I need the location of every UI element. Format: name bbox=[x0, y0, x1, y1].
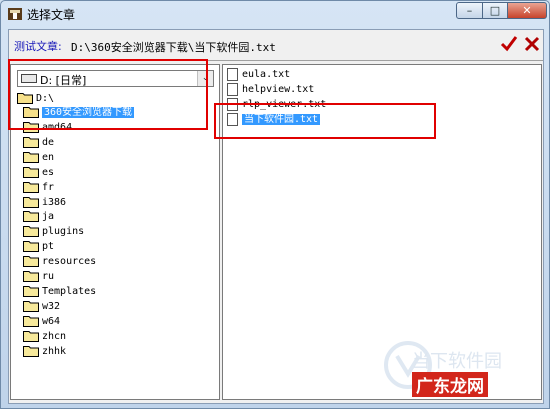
tree-folder-label: fr bbox=[42, 181, 55, 193]
folder-icon bbox=[23, 330, 39, 342]
tree-folder-item[interactable]: fr bbox=[23, 180, 54, 195]
folder-icon bbox=[23, 136, 39, 148]
folder-icon bbox=[23, 270, 39, 282]
cancel-x-icon[interactable] bbox=[523, 35, 541, 53]
tree-folder-item[interactable]: plugins bbox=[23, 224, 84, 239]
minimize-button[interactable]: – bbox=[456, 2, 483, 19]
folder-icon bbox=[23, 181, 39, 193]
tree-folder-label: w64 bbox=[42, 315, 61, 327]
tree-folder-label: zhcn bbox=[42, 330, 67, 342]
file-icon bbox=[227, 82, 238, 96]
close-button[interactable]: ✕ bbox=[507, 2, 547, 19]
watermark-text-top: 当下软件园 bbox=[412, 351, 502, 372]
folder-icon bbox=[23, 315, 39, 327]
folder-icon bbox=[23, 255, 39, 268]
tree-folder-item[interactable]: w64 bbox=[23, 314, 60, 329]
highlight-box-left bbox=[8, 59, 208, 130]
app-icon bbox=[7, 6, 23, 22]
tree-folder-label: zhhk bbox=[42, 345, 67, 357]
tree-folder-item[interactable]: zhhk bbox=[23, 344, 66, 359]
folder-icon bbox=[23, 166, 39, 178]
tree-folder-item[interactable]: ru bbox=[23, 269, 54, 284]
tree-folder-item[interactable]: en bbox=[23, 150, 54, 165]
folder-icon bbox=[23, 196, 39, 208]
file-item-label: helpview.txt bbox=[242, 84, 315, 95]
tree-folder-item[interactable]: es bbox=[23, 165, 54, 180]
tree-folder-item[interactable]: resources bbox=[23, 254, 96, 269]
file-item[interactable]: eula.txt bbox=[227, 67, 290, 82]
tree-folder-label: w32 bbox=[42, 300, 61, 312]
folder-icon bbox=[23, 210, 39, 223]
path-bar: 测试文章: D:\360安全浏览器下载\当下软件园.txt bbox=[9, 30, 543, 61]
folder-icon bbox=[23, 151, 39, 163]
tree-folder-label: ja bbox=[42, 211, 55, 223]
path-label: 测试文章: bbox=[14, 40, 62, 53]
tree-folder-label: es bbox=[42, 166, 55, 178]
tree-folder-label: en bbox=[42, 151, 55, 163]
folder-icon bbox=[23, 225, 39, 238]
tree-folder-item[interactable]: zhcn bbox=[23, 329, 66, 344]
tree-folder-item[interactable]: w32 bbox=[23, 299, 60, 314]
tree-folder-item[interactable]: Templates bbox=[23, 284, 96, 299]
watermark-text-bottom: 广东龙网 bbox=[412, 372, 488, 397]
tree-folder-label: i386 bbox=[42, 196, 67, 208]
tree-folder-label: pt bbox=[42, 241, 55, 253]
path-value: D:\360安全浏览器下载\当下软件园.txt bbox=[71, 41, 276, 54]
tree-folder-item[interactable]: i386 bbox=[23, 195, 66, 210]
folder-icon bbox=[23, 300, 39, 312]
file-item[interactable]: helpview.txt bbox=[227, 82, 314, 97]
confirm-checkmark-icon[interactable] bbox=[499, 34, 519, 54]
tree-folder-label: ru bbox=[42, 271, 55, 282]
tree-folder-label: plugins bbox=[42, 226, 85, 238]
folder-icon bbox=[23, 345, 39, 357]
maximize-button[interactable]: □ bbox=[482, 2, 508, 19]
tree-folder-item[interactable]: ja bbox=[23, 209, 54, 224]
tree-folder-item[interactable]: de bbox=[23, 135, 54, 150]
title-bar[interactable]: 选择文章 – □ ✕ bbox=[1, 1, 549, 27]
folder-icon bbox=[23, 285, 39, 297]
folder-icon bbox=[23, 240, 39, 253]
window-title: 选择文章 bbox=[27, 8, 76, 22]
tree-folder-label: de bbox=[42, 136, 55, 148]
file-item-label: eula.txt bbox=[242, 69, 291, 80]
tree-folder-item[interactable]: pt bbox=[23, 239, 54, 254]
tree-folder-label: Templates bbox=[42, 285, 97, 297]
tree-folder-label: resources bbox=[42, 256, 97, 268]
file-icon bbox=[227, 67, 238, 81]
highlight-box-right bbox=[214, 103, 436, 139]
